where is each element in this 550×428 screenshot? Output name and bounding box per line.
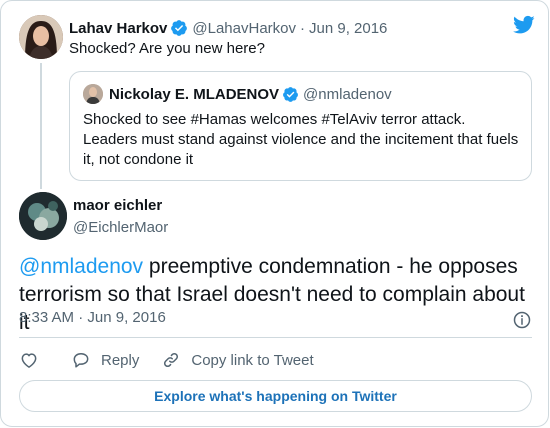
- copy-link-button[interactable]: Copy link to Tweet: [161, 350, 314, 370]
- main-avatar[interactable]: [19, 192, 67, 240]
- tweet-date: Jun 9, 2016: [87, 309, 166, 326]
- verified-badge-icon: [171, 20, 188, 36]
- like-button[interactable]: [19, 350, 49, 370]
- info-icon[interactable]: [512, 310, 532, 330]
- heart-icon: [21, 353, 37, 368]
- main-author-handle[interactable]: @EichlerMaor: [73, 219, 168, 236]
- reply-bubble-icon: [73, 353, 89, 368]
- separator-dot: ·: [78, 309, 84, 326]
- quote-author-handle: @nmladenov: [303, 85, 392, 103]
- parent-author-name[interactable]: Lahav Harkov: [69, 20, 167, 37]
- tweet-embed-card: Lahav Harkov @LahavHarkov · Jun 9, 2016 …: [0, 0, 549, 427]
- user-avatar-icon: [19, 192, 67, 240]
- copy-link-label: Copy link to Tweet: [191, 351, 314, 369]
- parent-avatar[interactable]: [19, 15, 63, 59]
- parent-tweet-text: Shocked? Are you new here?: [69, 40, 265, 57]
- parent-author-handle[interactable]: @LahavHarkov: [192, 20, 296, 37]
- separator-dot: ·: [300, 19, 305, 37]
- parent-header: Lahav Harkov @LahavHarkov · Jun 9, 2016: [69, 18, 387, 38]
- quote-avatar: [83, 84, 103, 104]
- tweet-timestamp[interactable]: 8:33 AM · Jun 9, 2016: [19, 309, 166, 326]
- twitter-bird-icon[interactable]: [513, 15, 535, 35]
- quote-header: Nickolay E. MLADENOV @nmladenov: [109, 84, 392, 104]
- action-bar: Reply Copy link to Tweet: [19, 349, 336, 371]
- user-avatar-icon: [83, 84, 103, 104]
- explore-twitter-button[interactable]: Explore what's happening on Twitter: [19, 380, 532, 412]
- user-avatar-icon: [19, 15, 63, 59]
- verified-badge-icon: [283, 86, 298, 102]
- quote-author-name: Nickolay E. MLADENOV: [109, 85, 280, 103]
- mention-link[interactable]: @nmladenov: [19, 255, 143, 278]
- thread-line: [40, 63, 42, 189]
- link-icon: [164, 352, 179, 368]
- reply-label: Reply: [101, 351, 140, 369]
- quoted-tweet[interactable]: Nickolay E. MLADENOV @nmladenov Shocked …: [69, 71, 532, 181]
- divider: [19, 337, 532, 338]
- quote-tweet-text: Shocked to see #Hamas welcomes #TelAviv …: [83, 111, 519, 168]
- tweet-time: 8:33 AM: [19, 309, 75, 326]
- parent-date[interactable]: Jun 9, 2016: [309, 20, 387, 37]
- reply-button[interactable]: Reply: [71, 350, 139, 370]
- main-author-name[interactable]: maor eichler: [73, 197, 162, 214]
